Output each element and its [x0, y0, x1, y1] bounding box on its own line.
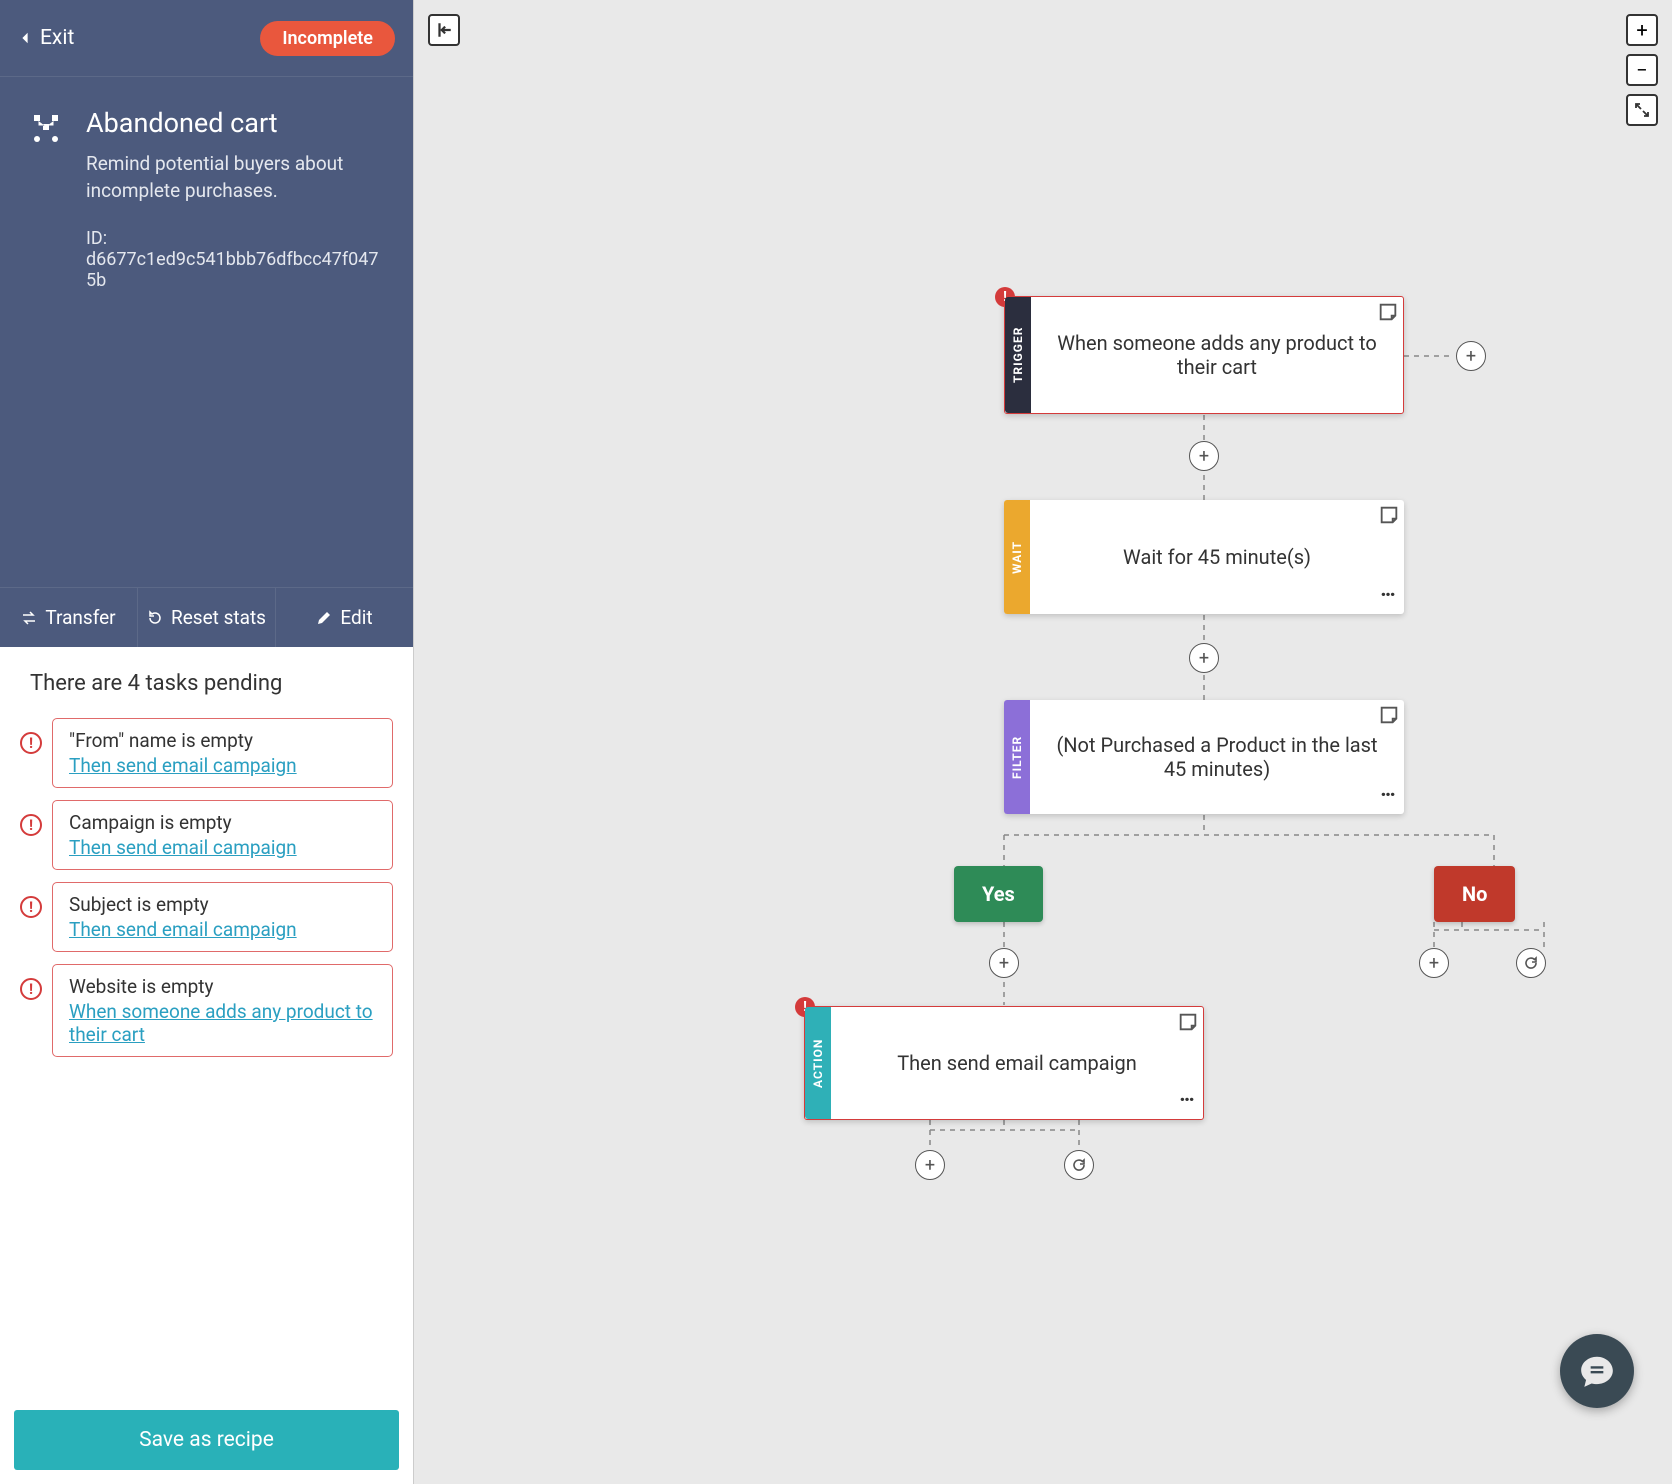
task-item: ! "From" name is empty Then send email c… [20, 718, 393, 788]
task-item: ! Campaign is empty Then send email camp… [20, 800, 393, 870]
task-link[interactable]: Then send email campaign [69, 918, 376, 941]
task-link[interactable]: When someone adds any product to their c… [69, 1000, 376, 1046]
transfer-button[interactable]: Transfer [0, 588, 138, 647]
task-link[interactable]: Then send email campaign [69, 754, 376, 777]
tasks-title: There are 4 tasks pending [30, 671, 393, 696]
trigger-text: When someone adds any product to their c… [1051, 331, 1383, 379]
zoom-out-button[interactable]: − [1626, 54, 1658, 86]
node-menu-button[interactable]: ··· [1380, 583, 1394, 608]
fullscreen-button[interactable] [1626, 94, 1658, 126]
action-text: Then send email campaign [897, 1051, 1137, 1075]
task-box[interactable]: Subject is empty Then send email campaig… [52, 882, 393, 952]
task-box[interactable]: "From" name is empty Then send email cam… [52, 718, 393, 788]
note-icon[interactable] [1378, 504, 1400, 526]
add-node-button[interactable]: + [1419, 948, 1449, 978]
trigger-node[interactable]: ! TRIGGER When someone adds any product … [1004, 296, 1404, 414]
note-icon[interactable] [1177, 1011, 1199, 1033]
warning-icon: ! [20, 732, 42, 754]
note-icon[interactable] [1378, 704, 1400, 726]
zoom-controls: + − [1626, 14, 1658, 126]
warning-icon: ! [20, 814, 42, 836]
exit-button[interactable]: Exit [18, 26, 74, 50]
task-label: Campaign is empty [69, 811, 376, 834]
warning-icon: ! [20, 978, 42, 1000]
action-node[interactable]: ! ACTION Then send email campaign ··· [804, 1006, 1204, 1120]
sidebar-header: Abandoned cart Remind potential buyers a… [0, 77, 413, 587]
transfer-icon [21, 610, 37, 626]
task-link[interactable]: Then send email campaign [69, 836, 376, 859]
restart-button[interactable] [1064, 1150, 1094, 1180]
add-node-button[interactable]: + [1189, 643, 1219, 673]
sidebar: Exit Incomplete Abandoned cart Remind po… [0, 0, 414, 1484]
chat-support-button[interactable] [1560, 1334, 1634, 1408]
status-badge: Incomplete [260, 21, 395, 56]
task-box[interactable]: Campaign is empty Then send email campai… [52, 800, 393, 870]
warning-icon: ! [20, 896, 42, 918]
page-description: Remind potential buyers about incomplete… [86, 151, 387, 204]
wait-node[interactable]: WAIT Wait for 45 minute(s) ··· [1004, 500, 1404, 614]
automation-icon [26, 107, 66, 147]
page-title: Abandoned cart [86, 107, 387, 139]
chat-icon [1578, 1352, 1616, 1390]
expand-icon [1634, 102, 1650, 118]
add-node-button[interactable]: + [915, 1150, 945, 1180]
task-label: Subject is empty [69, 893, 376, 916]
task-box[interactable]: Website is empty When someone adds any p… [52, 964, 393, 1057]
wait-text: Wait for 45 minute(s) [1123, 545, 1311, 569]
action-row: Transfer Reset stats Edit [0, 587, 413, 647]
sidebar-topbar: Exit Incomplete [0, 0, 413, 77]
wait-tab-label: WAIT [1004, 500, 1030, 614]
history-icon [147, 610, 163, 626]
task-item: ! Subject is empty Then send email campa… [20, 882, 393, 952]
branch-no[interactable]: No [1434, 866, 1515, 922]
pencil-icon [316, 610, 332, 626]
exit-label: Exit [40, 26, 74, 50]
save-as-recipe-button[interactable]: Save as recipe [14, 1410, 399, 1470]
task-item: ! Website is empty When someone adds any… [20, 964, 393, 1057]
collapse-sidebar-button[interactable] [428, 14, 460, 46]
task-label: "From" name is empty [69, 729, 376, 752]
add-node-button[interactable]: + [989, 948, 1019, 978]
edit-button[interactable]: Edit [276, 588, 413, 647]
node-menu-button[interactable]: ··· [1179, 1088, 1193, 1113]
node-menu-button[interactable]: ··· [1380, 783, 1394, 808]
tasks-section: There are 4 tasks pending ! "From" name … [0, 647, 413, 1396]
automation-id: ID: d6677c1ed9c541bbb76dfbcc47f0475b [86, 228, 387, 291]
collapse-left-icon [435, 21, 453, 39]
filter-node[interactable]: FILTER (Not Purchased a Product in the l… [1004, 700, 1404, 814]
arrow-left-icon [18, 31, 32, 45]
flow-canvas[interactable]: + − ! TRIGGER [414, 0, 1672, 1484]
add-node-button[interactable]: + [1456, 341, 1486, 371]
note-icon[interactable] [1377, 301, 1399, 323]
add-node-button[interactable]: + [1189, 441, 1219, 471]
restart-button[interactable] [1516, 948, 1546, 978]
task-label: Website is empty [69, 975, 376, 998]
filter-text: (Not Purchased a Product in the last 45 … [1050, 733, 1384, 781]
trigger-tab-label: TRIGGER [1005, 297, 1031, 413]
action-tab-label: ACTION [805, 1007, 831, 1119]
zoom-in-button[interactable]: + [1626, 14, 1658, 46]
restart-icon [1523, 955, 1539, 971]
branch-yes[interactable]: Yes [954, 866, 1043, 922]
reset-stats-button[interactable]: Reset stats [138, 588, 276, 647]
restart-icon [1071, 1157, 1087, 1173]
filter-tab-label: FILTER [1004, 700, 1030, 814]
